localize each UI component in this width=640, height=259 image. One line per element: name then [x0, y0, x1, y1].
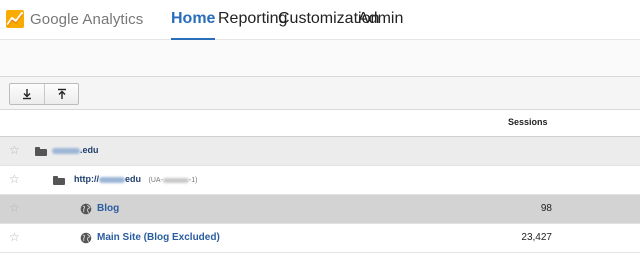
table-toolbar	[0, 76, 640, 110]
view-link-blog[interactable]: Blog	[97, 203, 119, 214]
table-row[interactable]: ☆ .edu	[0, 137, 640, 166]
app-title: Google Analytics	[30, 10, 144, 28]
folder-icon	[53, 176, 65, 185]
star-icon[interactable]: ☆	[9, 173, 20, 185]
globe-icon	[80, 232, 92, 244]
table-row[interactable]: ☆ http:// edu (UA- -1)	[0, 166, 640, 195]
folder-icon	[35, 147, 47, 156]
property-id-prefix: (UA-	[148, 177, 163, 184]
table-row[interactable]: ☆ Main Site (Blog Excluded) 23,427	[0, 224, 640, 253]
column-header-sessions[interactable]: Sessions	[508, 117, 548, 127]
property-id-suffix: -1)	[188, 177, 198, 184]
property-id: (UA- -1)	[149, 177, 198, 184]
globe-icon	[80, 203, 92, 215]
nav-tab-home[interactable]: Home	[171, 0, 216, 40]
content-spacer	[0, 40, 640, 76]
expand-all-icon	[23, 89, 31, 100]
account-name: .edu	[80, 145, 99, 155]
table-row[interactable]: ☆ Blog 98	[0, 195, 640, 224]
redacted-text	[52, 147, 80, 154]
expand-collapse-group	[9, 83, 79, 105]
top-bar: Google Analytics Home Reporting Customiz…	[0, 0, 640, 40]
redacted-text	[99, 176, 125, 183]
property-url-suffix: edu	[125, 174, 142, 184]
nav-tab-admin[interactable]: Admin	[358, 0, 403, 40]
sessions-value: 98	[540, 203, 552, 214]
account-table: Sessions ☆ .edu ☆ http:// edu (UA- -1) ☆ B…	[0, 110, 640, 253]
collapse-all-button[interactable]	[44, 84, 78, 104]
star-icon[interactable]: ☆	[9, 144, 20, 156]
app-logo[interactable]: Google Analytics	[6, 6, 143, 32]
nav-tab-reporting[interactable]: Reporting	[218, 0, 287, 40]
view-link-main-site[interactable]: Main Site (Blog Excluded)	[97, 232, 220, 243]
redacted-text	[162, 177, 189, 183]
account-label[interactable]: .edu	[52, 145, 99, 155]
star-icon[interactable]: ☆	[9, 231, 20, 243]
property-url-prefix: http://	[74, 174, 99, 184]
collapse-all-icon	[57, 88, 66, 99]
star-icon[interactable]: ☆	[9, 202, 20, 214]
expand-all-button[interactable]	[10, 84, 44, 104]
analytics-logo-icon	[6, 10, 24, 28]
property-label[interactable]: http:// edu (UA- -1)	[74, 174, 197, 184]
sessions-value: 23,427	[521, 232, 552, 243]
table-header: Sessions	[0, 110, 640, 137]
